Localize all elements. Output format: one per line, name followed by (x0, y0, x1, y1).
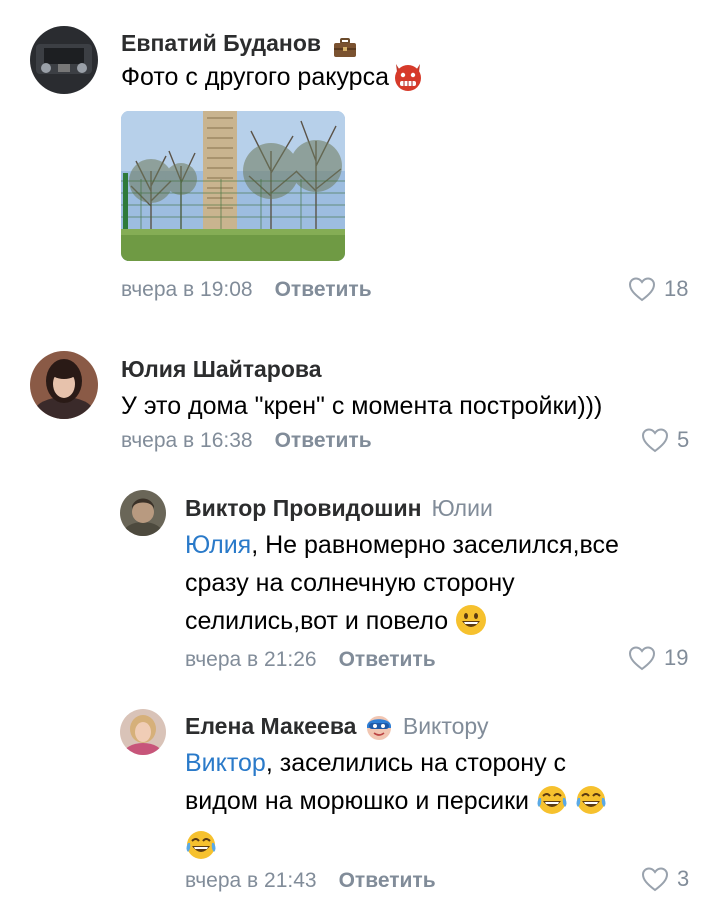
like-count: 3 (677, 866, 690, 891)
like-count: 19 (664, 645, 689, 670)
author-name[interactable]: Елена Макеева Виктору (185, 713, 488, 747)
timestamp: вчера в 16:38 (121, 429, 253, 452)
timestamp: вчера в 21:43 (185, 869, 317, 892)
author-label[interactable]: Евпатий Буданов (121, 30, 321, 56)
timestamp: вчера в 21:26 (185, 648, 317, 671)
comment-text: У это дома "крен" с момента постройки))) (121, 392, 603, 420)
like-button[interactable]: 5 (641, 427, 689, 453)
timestamp: вчера в 19:08 (121, 278, 253, 301)
comment-meta: вчера в 21:26 Ответить (185, 648, 436, 672)
comment-meta: вчера в 21:43 Ответить (185, 869, 436, 893)
reply-to-label[interactable]: Виктору (403, 713, 489, 739)
heart-icon (628, 646, 656, 671)
author-label[interactable]: Виктор Провидошин (185, 495, 421, 521)
author-name[interactable]: Юлия Шайтарова (121, 356, 322, 383)
like-button[interactable]: 18 (628, 276, 688, 302)
heart-icon (628, 277, 656, 302)
like-count: 18 (664, 276, 689, 301)
mention-link[interactable]: Виктор (185, 749, 266, 777)
reply-button[interactable]: Ответить (339, 869, 436, 892)
avatar[interactable] (120, 709, 166, 755)
avatar[interactable] (30, 351, 98, 419)
devil-face-icon (391, 60, 425, 103)
avatar[interactable] (120, 490, 166, 536)
tears-of-joy-icon (185, 829, 217, 872)
comment-meta: вчера в 19:08 Ответить (121, 278, 372, 302)
comment-text: Юлия, Не равномерно заселился,все сразу … (185, 526, 619, 647)
author-label[interactable]: Елена Макеева (185, 713, 356, 739)
like-button[interactable]: 3 (641, 866, 689, 892)
superhero-mask-icon (365, 713, 393, 747)
author-name[interactable]: Виктор Провидошин Юлии (185, 495, 493, 522)
heart-icon (641, 867, 669, 892)
mention-link[interactable]: Юлия (185, 531, 251, 559)
comment-meta: вчера в 16:38 Ответить (121, 429, 372, 453)
tears-of-joy-icon (575, 784, 607, 827)
heart-icon (641, 428, 669, 453)
avatar[interactable] (30, 26, 98, 94)
comment-text: Виктор, заселились на сторону с видом на… (185, 744, 607, 872)
like-button[interactable]: 19 (628, 645, 688, 671)
like-count: 5 (677, 427, 690, 452)
author-label[interactable]: Юлия Шайтарова (121, 356, 322, 382)
reply-to-label[interactable]: Юлии (431, 495, 492, 521)
tears-of-joy-icon (536, 784, 568, 827)
attached-photo[interactable] (121, 111, 345, 261)
reply-button[interactable]: Ответить (275, 278, 372, 301)
reply-button[interactable]: Ответить (275, 429, 372, 452)
grinning-face-icon (455, 604, 487, 647)
reply-button[interactable]: Ответить (339, 648, 436, 671)
comment-text: Фото с другого ракурса (121, 58, 425, 103)
